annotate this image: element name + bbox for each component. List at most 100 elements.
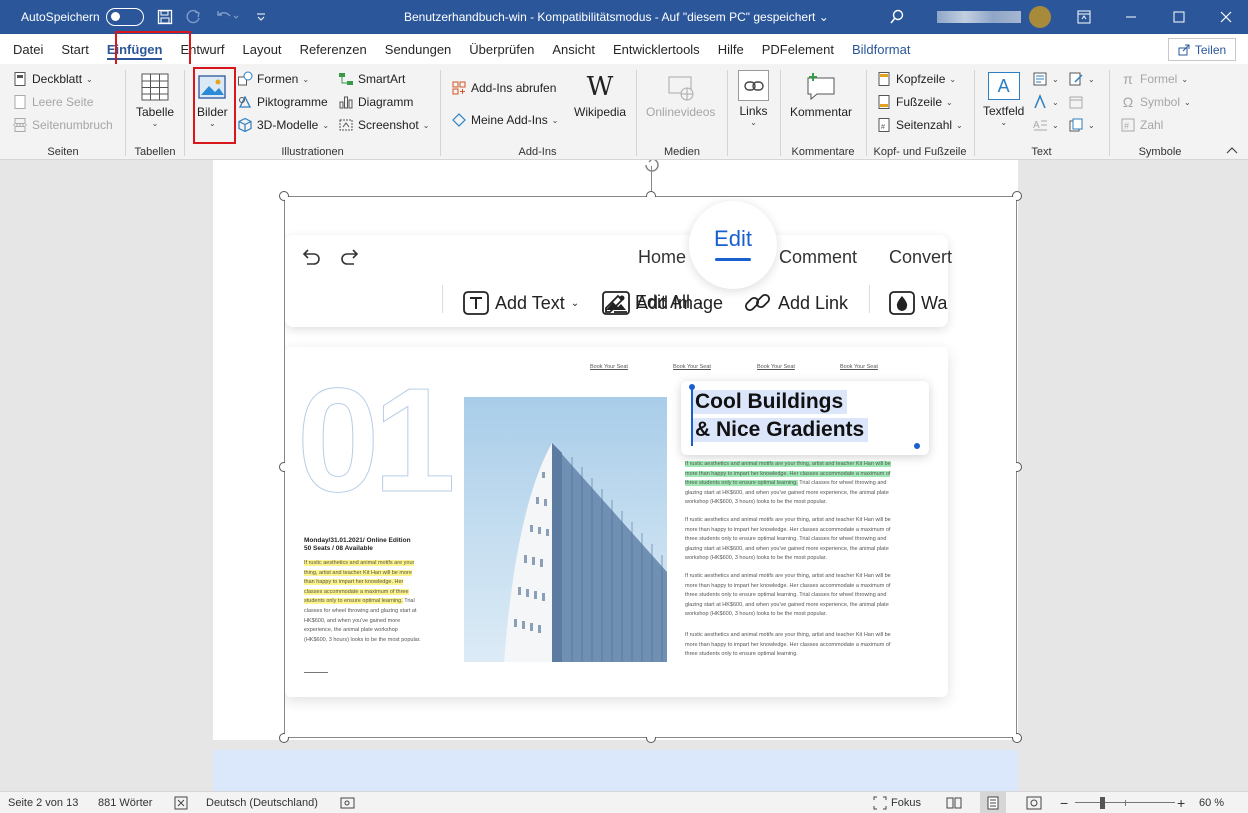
wikipedia-label: Wikipedia [574, 105, 627, 119]
text-line: HK$600, and when you've gained more [304, 617, 401, 624]
account-name[interactable] [937, 0, 1021, 34]
zoom-in-button[interactable]: + [1177, 792, 1185, 813]
collapse-ribbon-icon[interactable] [1226, 146, 1238, 154]
group-kommentare: Kommentar Kommentare [781, 64, 865, 160]
leere-seite-button[interactable]: Leere Seite [12, 94, 93, 110]
tab-pdfelement[interactable]: PDFelement [753, 34, 843, 64]
tab-start[interactable]: Start [52, 34, 97, 64]
kopfzeile-button[interactable]: Kopfzeile ⌄ [876, 71, 956, 87]
zoom-slider-thumb[interactable] [1100, 796, 1106, 809]
links-button[interactable]: Links ⌄ [738, 70, 769, 127]
datum-uhrzeit-button[interactable] [1068, 94, 1084, 110]
tabelle-button[interactable]: Tabelle ⌄ [136, 72, 174, 128]
comment-icon [807, 73, 835, 101]
read-mode-icon[interactable] [946, 792, 962, 813]
group-kopf-fusszeile: Kopfzeile ⌄ Fußzeile ⌄ # Seitenzahl ⌄ Kopf-… [867, 64, 973, 160]
addins-abrufen-button[interactable]: Add-Ins abrufen [451, 80, 556, 96]
minimize-icon[interactable] [1125, 0, 1137, 34]
tool-watermark: Wa [889, 291, 947, 315]
onlinevideos-button[interactable]: Onlinevideos [646, 72, 715, 119]
tab-layout[interactable]: Layout [234, 34, 291, 64]
tab-ueberpruefen[interactable]: Überprüfen [460, 34, 543, 64]
formel-button[interactable]: π Formel ⌄ [1120, 71, 1188, 87]
avatar[interactable] [1029, 0, 1051, 34]
zahl-button[interactable]: # Zahl [1120, 117, 1163, 133]
textfeld-label: Textfeld [983, 104, 1025, 118]
diagramm-button[interactable]: Diagramm [338, 94, 413, 110]
zoom-level[interactable]: 60 % [1199, 792, 1224, 813]
zoom-slider[interactable] [1075, 792, 1175, 813]
maximize-icon[interactable] [1173, 0, 1185, 34]
rotate-handle-icon[interactable] [643, 160, 661, 172]
undo-icon[interactable] [215, 0, 239, 34]
text-line: Trial classes for wheel throwing and [799, 480, 887, 487]
close-icon[interactable] [1220, 0, 1232, 34]
text-line: Trial [404, 598, 415, 605]
autosave-label: AutoSpeichern [21, 10, 100, 24]
tab-hilfe[interactable]: Hilfe [709, 34, 753, 64]
3d-modelle-button[interactable]: 3D-Modelle ⌄ [237, 117, 329, 133]
ribbon-display-options-icon[interactable] [1077, 0, 1091, 34]
piktogramme-button[interactable]: Piktogramme [237, 94, 328, 110]
book-link: Book Your Seat [590, 364, 628, 370]
wikipedia-icon: W [586, 72, 614, 102]
focus-button[interactable]: Fokus [873, 792, 921, 813]
language[interactable]: Deutsch (Deutschland) [206, 792, 318, 813]
schnellbausteine-button[interactable]: ⌄ [1032, 71, 1059, 87]
save-icon[interactable] [157, 0, 173, 34]
book-link: Book Your Seat [840, 364, 878, 370]
tab-referenzen[interactable]: Referenzen [291, 34, 376, 64]
screenshot-button[interactable]: Screenshot ⌄ [338, 117, 429, 133]
chart-icon [339, 96, 353, 109]
tab-bildformat[interactable]: Bildformat [843, 34, 920, 64]
formen-label: Formen [257, 72, 299, 86]
tab-ansicht[interactable]: Ansicht [543, 34, 604, 64]
textfeld-button[interactable]: A Textfeld ⌄ [983, 72, 1024, 127]
accessibility-icon[interactable] [340, 792, 356, 813]
formel-label: Formel [1140, 72, 1178, 86]
tab-datei[interactable]: Datei [4, 34, 52, 64]
print-layout-icon[interactable] [980, 792, 1006, 813]
formen-button[interactable]: Formen ⌄ [237, 71, 309, 87]
links-label: Links [739, 104, 768, 118]
symbol-button[interactable]: Ω Symbol ⌄ [1120, 94, 1191, 110]
redo-icon[interactable] [186, 0, 202, 34]
page-count[interactable]: Seite 2 von 13 [8, 792, 78, 813]
next-page[interactable] [213, 750, 1018, 791]
initiale-button[interactable]: A ⌄ [1032, 117, 1059, 133]
text-line: three students only to ensure optimal le… [685, 651, 798, 658]
wordart-button[interactable]: ⌄ [1032, 94, 1059, 110]
word-count[interactable]: 881 Wörter [98, 792, 152, 813]
search-icon[interactable] [889, 0, 905, 34]
deckblatt-button[interactable]: Deckblatt ⌄ [12, 71, 93, 87]
nav-comment: Comment [779, 247, 858, 267]
kommentar-button[interactable]: Kommentar [790, 70, 852, 119]
focus-icon [873, 796, 887, 809]
store-icon [452, 81, 466, 95]
meine-addins-button[interactable]: Meine Add-Ins ⌄ [451, 112, 558, 128]
seitenzahl-button[interactable]: # Seitenzahl ⌄ [876, 117, 963, 133]
tool-watermark-label: Wa [921, 292, 948, 313]
signaturzeile-button[interactable]: ⌄ [1068, 71, 1095, 87]
share-button[interactable]: Teilen [1168, 38, 1236, 61]
smartart-button[interactable]: SmartArt [338, 71, 405, 87]
text-line: more than happy to impart her knowledge.… [685, 470, 891, 477]
text-line: thing, artist and teacher Kit Han will b… [304, 569, 412, 576]
document-area[interactable]: Home Comment Convert Edit All ⌄ Add Text ⌄… [0, 160, 1248, 791]
seitenumbruch-button[interactable]: Seitenumbruch [12, 117, 113, 133]
autosave-toggle[interactable] [106, 0, 144, 34]
date-time-icon [1069, 96, 1083, 109]
objekt-button[interactable]: ⌄ [1068, 117, 1095, 133]
web-layout-icon[interactable] [1026, 792, 1042, 813]
fusszeile-button[interactable]: Fußzeile ⌄ [876, 94, 953, 110]
tool-add-text-label: Add Text [495, 292, 565, 313]
tab-sendungen[interactable]: Sendungen [376, 34, 461, 64]
undo-icon [302, 249, 320, 265]
fusszeile-label: Fußzeile [896, 95, 943, 109]
customize-quickaccess-icon[interactable] [256, 0, 266, 34]
proofing-icon[interactable] [174, 792, 188, 813]
zoom-out-button[interactable]: − [1060, 792, 1068, 813]
wikipedia-button[interactable]: W Wikipedia [574, 72, 626, 119]
focus-label: Fokus [891, 796, 921, 809]
tab-entwicklertools[interactable]: Entwicklertools [604, 34, 709, 64]
